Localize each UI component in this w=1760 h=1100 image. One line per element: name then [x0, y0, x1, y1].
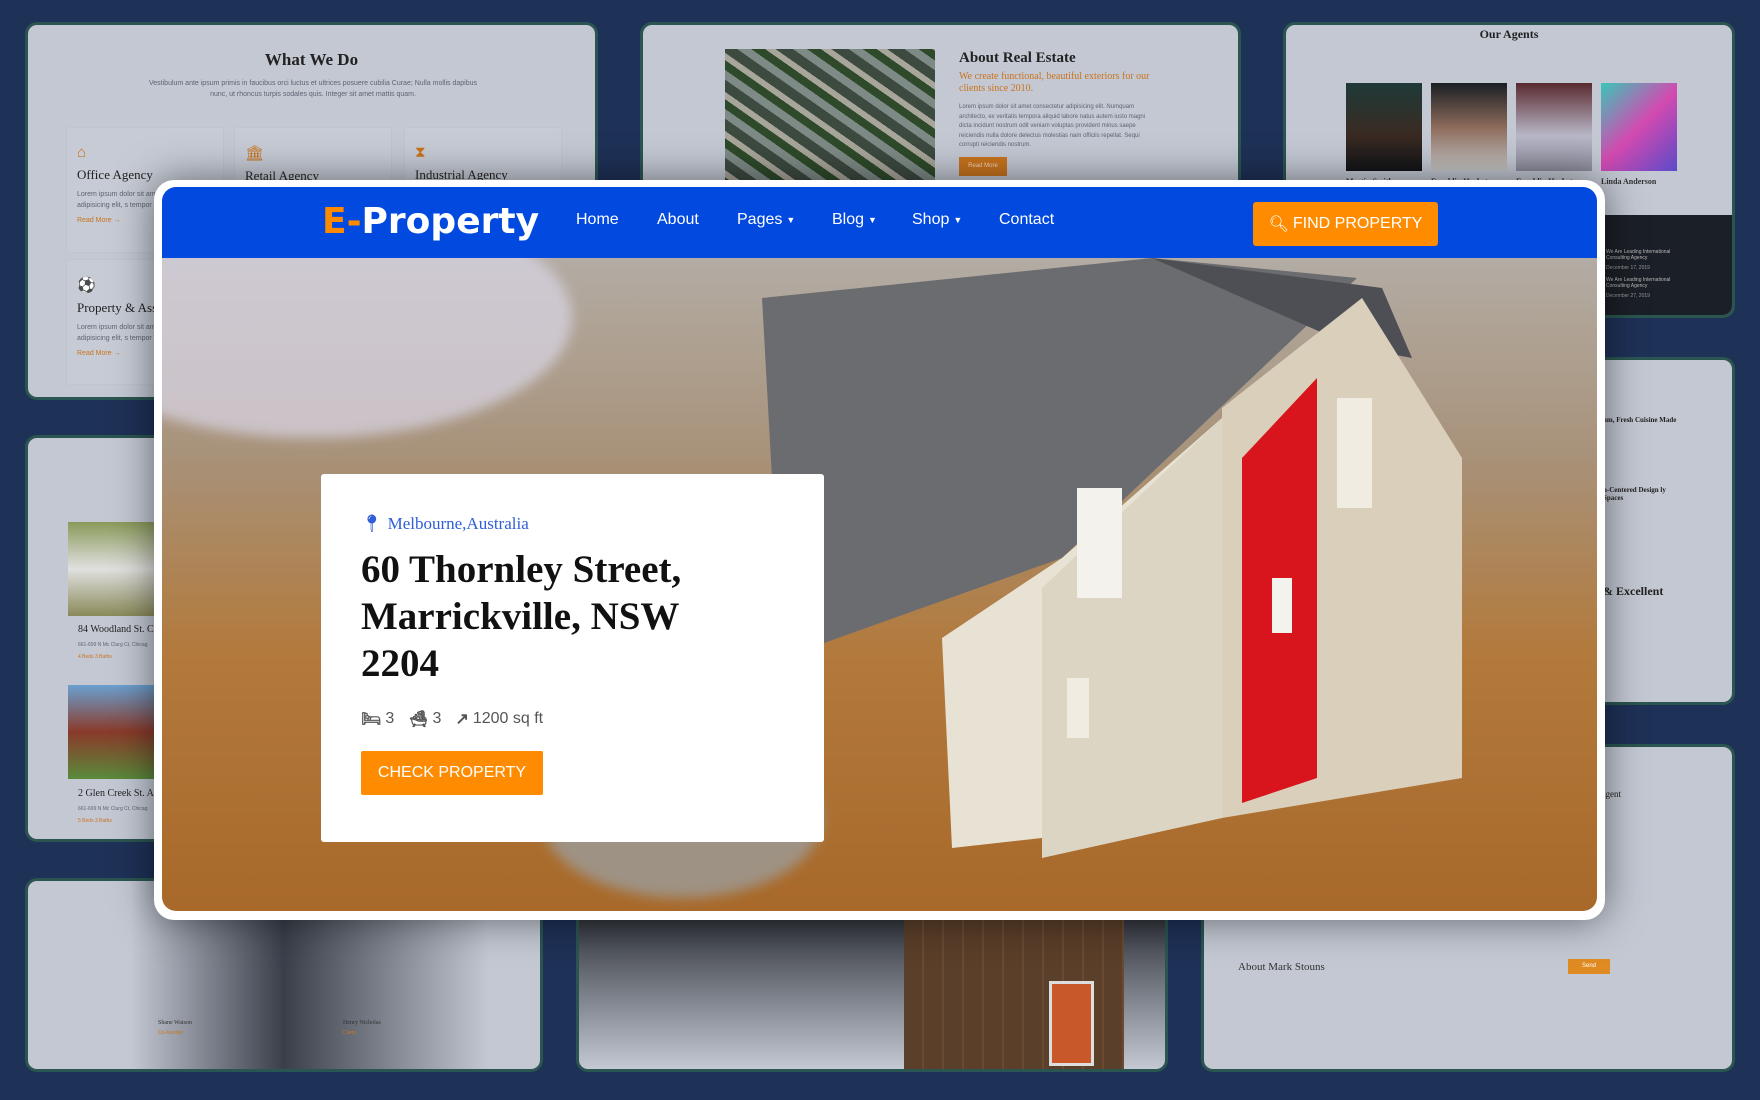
- agent-name: Linda Anderson: [1601, 177, 1657, 186]
- location-link[interactable]: 📍︎ Melbourne,Australia: [361, 514, 784, 534]
- testimonial-role: Client: [343, 1030, 356, 1036]
- listing-address: 661-699 N Mc Clurg Ct, Chicag: [78, 642, 148, 648]
- news-date: December 27, 2019: [1606, 293, 1650, 299]
- property-features: 🛏︎ 3 🛁︎ 3 ↗ 1200 sq ft: [361, 709, 784, 729]
- logo-prefix: E-: [322, 201, 362, 242]
- agent-photo: [1431, 83, 1507, 171]
- listing-title: 2 Glen Creek St. Ale: [78, 788, 162, 799]
- listing-title: 84 Woodland St. Co: [78, 624, 159, 635]
- testimonial-role: Co-founder: [158, 1030, 184, 1036]
- home-icon: ⌂: [77, 144, 87, 161]
- news-item: We Are Leading International Consulting …: [1606, 277, 1671, 289]
- caret-down-icon: ▼: [953, 214, 963, 225]
- testimonial-name: Shane Watson: [158, 1020, 192, 1026]
- logo-text: Property: [361, 201, 540, 242]
- beds-count: 3: [385, 710, 395, 727]
- find-property-button[interactable]: 🔍︎ FIND PROPERTY: [1253, 202, 1438, 246]
- agent-photo: [1601, 83, 1677, 171]
- map-marker-icon: 📍︎: [361, 514, 383, 533]
- navbar: E-Property Home About Pages ▼ Blog ▼ Shop ▼…: [162, 187, 1597, 258]
- nav-about[interactable]: About: [657, 211, 699, 229]
- hourglass-icon: ⧗: [415, 144, 426, 161]
- nav-label: Shop: [912, 211, 950, 228]
- nav-home[interactable]: Home: [576, 211, 619, 229]
- baths-feature: 🛁︎ 3: [408, 709, 441, 729]
- send-button[interactable]: Send: [1568, 959, 1610, 974]
- listing-address: 661-699 N Mc Clurg Ct, Chicag: [78, 806, 148, 812]
- property-card: 📍︎ Melbourne,Australia 60 Thornley Street…: [321, 474, 824, 842]
- search-icon: 🔍︎: [1268, 216, 1289, 233]
- agent-photo: [1516, 83, 1592, 171]
- read-more-button[interactable]: Read More: [959, 157, 1007, 176]
- nav-label: Pages: [737, 211, 783, 228]
- about-subtitle: We create functional, beautiful exterior…: [959, 71, 1150, 94]
- agents-title: Our Agents: [1479, 27, 1539, 41]
- bank-icon: 🏛: [245, 145, 265, 162]
- testimonial-name: Henry Nicholas: [343, 1020, 381, 1026]
- bath-icon: 🛁︎: [408, 711, 429, 728]
- beds-feature: 🛏︎ 3: [361, 709, 394, 729]
- section-heading: & Excellent: [1603, 584, 1664, 598]
- logo[interactable]: E-Property: [322, 201, 539, 242]
- about-person-title: About Mark Stouns: [1238, 961, 1325, 973]
- nav-blog[interactable]: Blog ▼: [832, 211, 877, 229]
- area-value: 1200 sq ft: [472, 710, 544, 727]
- nav-contact[interactable]: Contact: [999, 211, 1054, 229]
- nav-label: Blog: [832, 211, 865, 228]
- blog-item: um, Fresh Cuisine Made: [1603, 416, 1677, 424]
- listing-meta: 5 Beds 3 Baths: [78, 818, 112, 824]
- news-date: December 17, 2019: [1606, 265, 1650, 271]
- baths-count: 3: [432, 710, 442, 727]
- section-title: What We Do: [264, 50, 359, 69]
- check-property-button[interactable]: CHECK PROPERTY: [361, 751, 543, 795]
- agent-photo: [1346, 83, 1422, 171]
- main-screenshot-frame: 📍︎ Melbourne,Australia 60 Thornley Street…: [154, 180, 1605, 920]
- listing-meta: 4 Beds 3 Baths: [78, 654, 112, 660]
- nav-pages[interactable]: Pages ▼: [737, 211, 795, 229]
- caret-down-icon: ▼: [868, 214, 877, 225]
- location-text: Melbourne,Australia: [387, 514, 529, 533]
- news-item: We Are Leading International Consulting …: [1606, 249, 1671, 261]
- area-feature: ↗ 1200 sq ft: [455, 709, 543, 729]
- door-illustration: [1049, 981, 1094, 1066]
- section-desc: Vestibulum ante ipsum primis in faucibus…: [149, 80, 477, 98]
- blog-item: n-Centered Design ly Spaces: [1603, 486, 1666, 502]
- share-square-icon: ↗: [455, 711, 469, 728]
- caret-down-icon: ▼: [786, 214, 796, 225]
- property-title: 60 Thornley Street, Marrickville, NSW 22…: [361, 548, 682, 685]
- find-property-label: FIND PROPERTY: [1292, 215, 1423, 232]
- nav-shop[interactable]: Shop ▼: [912, 211, 962, 229]
- hero-section: 📍︎ Melbourne,Australia 60 Thornley Street…: [162, 258, 1597, 911]
- about-text: Lorem ipsum dolor sit amet consectetur a…: [959, 104, 1146, 148]
- bed-icon: 🛏︎: [361, 711, 382, 728]
- about-title: About Real Estate: [959, 50, 1076, 66]
